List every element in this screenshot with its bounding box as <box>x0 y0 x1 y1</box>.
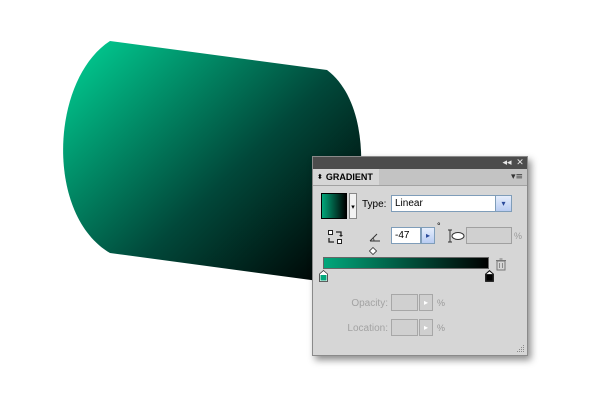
aspect-ratio-unit: % <box>514 231 523 241</box>
angle-input[interactable]: -47 <box>391 227 421 244</box>
gradient-stop-end[interactable] <box>485 270 494 282</box>
gradient-panel: ◂◂ ✕ ⬍ GRADIENT ▾≡ ▾ Type: Linear ▾ -47 … <box>312 156 528 356</box>
angle-icon <box>369 233 380 242</box>
tab-gradient[interactable]: ⬍ GRADIENT <box>313 169 379 185</box>
location-label: Location: <box>347 323 388 334</box>
type-select-value: Linear <box>395 198 423 209</box>
trash-icon[interactable] <box>495 258 507 271</box>
angle-dropdown-icon[interactable]: ▸ <box>421 227 435 244</box>
location-dropdown-icon[interactable]: ▸ <box>419 319 433 336</box>
gradient-stop-start[interactable] <box>319 270 328 282</box>
tab-gradient-label: GRADIENT <box>325 172 373 182</box>
collapse-panel-icon[interactable]: ◂◂ <box>501 157 513 169</box>
reverse-gradient-icon[interactable] <box>327 229 343 245</box>
opacity-input[interactable] <box>391 294 418 311</box>
opacity-label: Opacity: <box>351 298 388 309</box>
type-label: Type: <box>362 199 387 210</box>
angle-unit: ° <box>437 221 441 231</box>
gradient-swatch[interactable] <box>321 193 347 219</box>
aspect-ratio-icon <box>448 229 465 243</box>
aspect-ratio-input[interactable] <box>466 227 512 244</box>
opacity-unit: % <box>437 298 446 308</box>
swatch-dropdown-icon[interactable]: ▾ <box>349 193 357 219</box>
opacity-dropdown-icon[interactable]: ▸ <box>419 294 433 311</box>
panel-titlebar[interactable]: ◂◂ ✕ <box>313 157 527 169</box>
gradient-slider-ramp[interactable] <box>323 257 489 269</box>
resize-grip-icon[interactable] <box>515 343 525 353</box>
panel-tab-row: ⬍ GRADIENT ▾≡ <box>313 169 527 186</box>
type-select[interactable]: Linear ▾ <box>391 195 512 212</box>
type-dropdown-icon[interactable]: ▾ <box>495 196 511 211</box>
location-unit: % <box>437 323 446 333</box>
close-panel-icon[interactable]: ✕ <box>514 157 526 169</box>
tab-arrows-icon: ⬍ <box>317 173 323 181</box>
location-input[interactable] <box>391 319 418 336</box>
panel-menu-icon[interactable]: ▾≡ <box>511 171 523 183</box>
midpoint-diamond-icon[interactable] <box>369 247 377 255</box>
